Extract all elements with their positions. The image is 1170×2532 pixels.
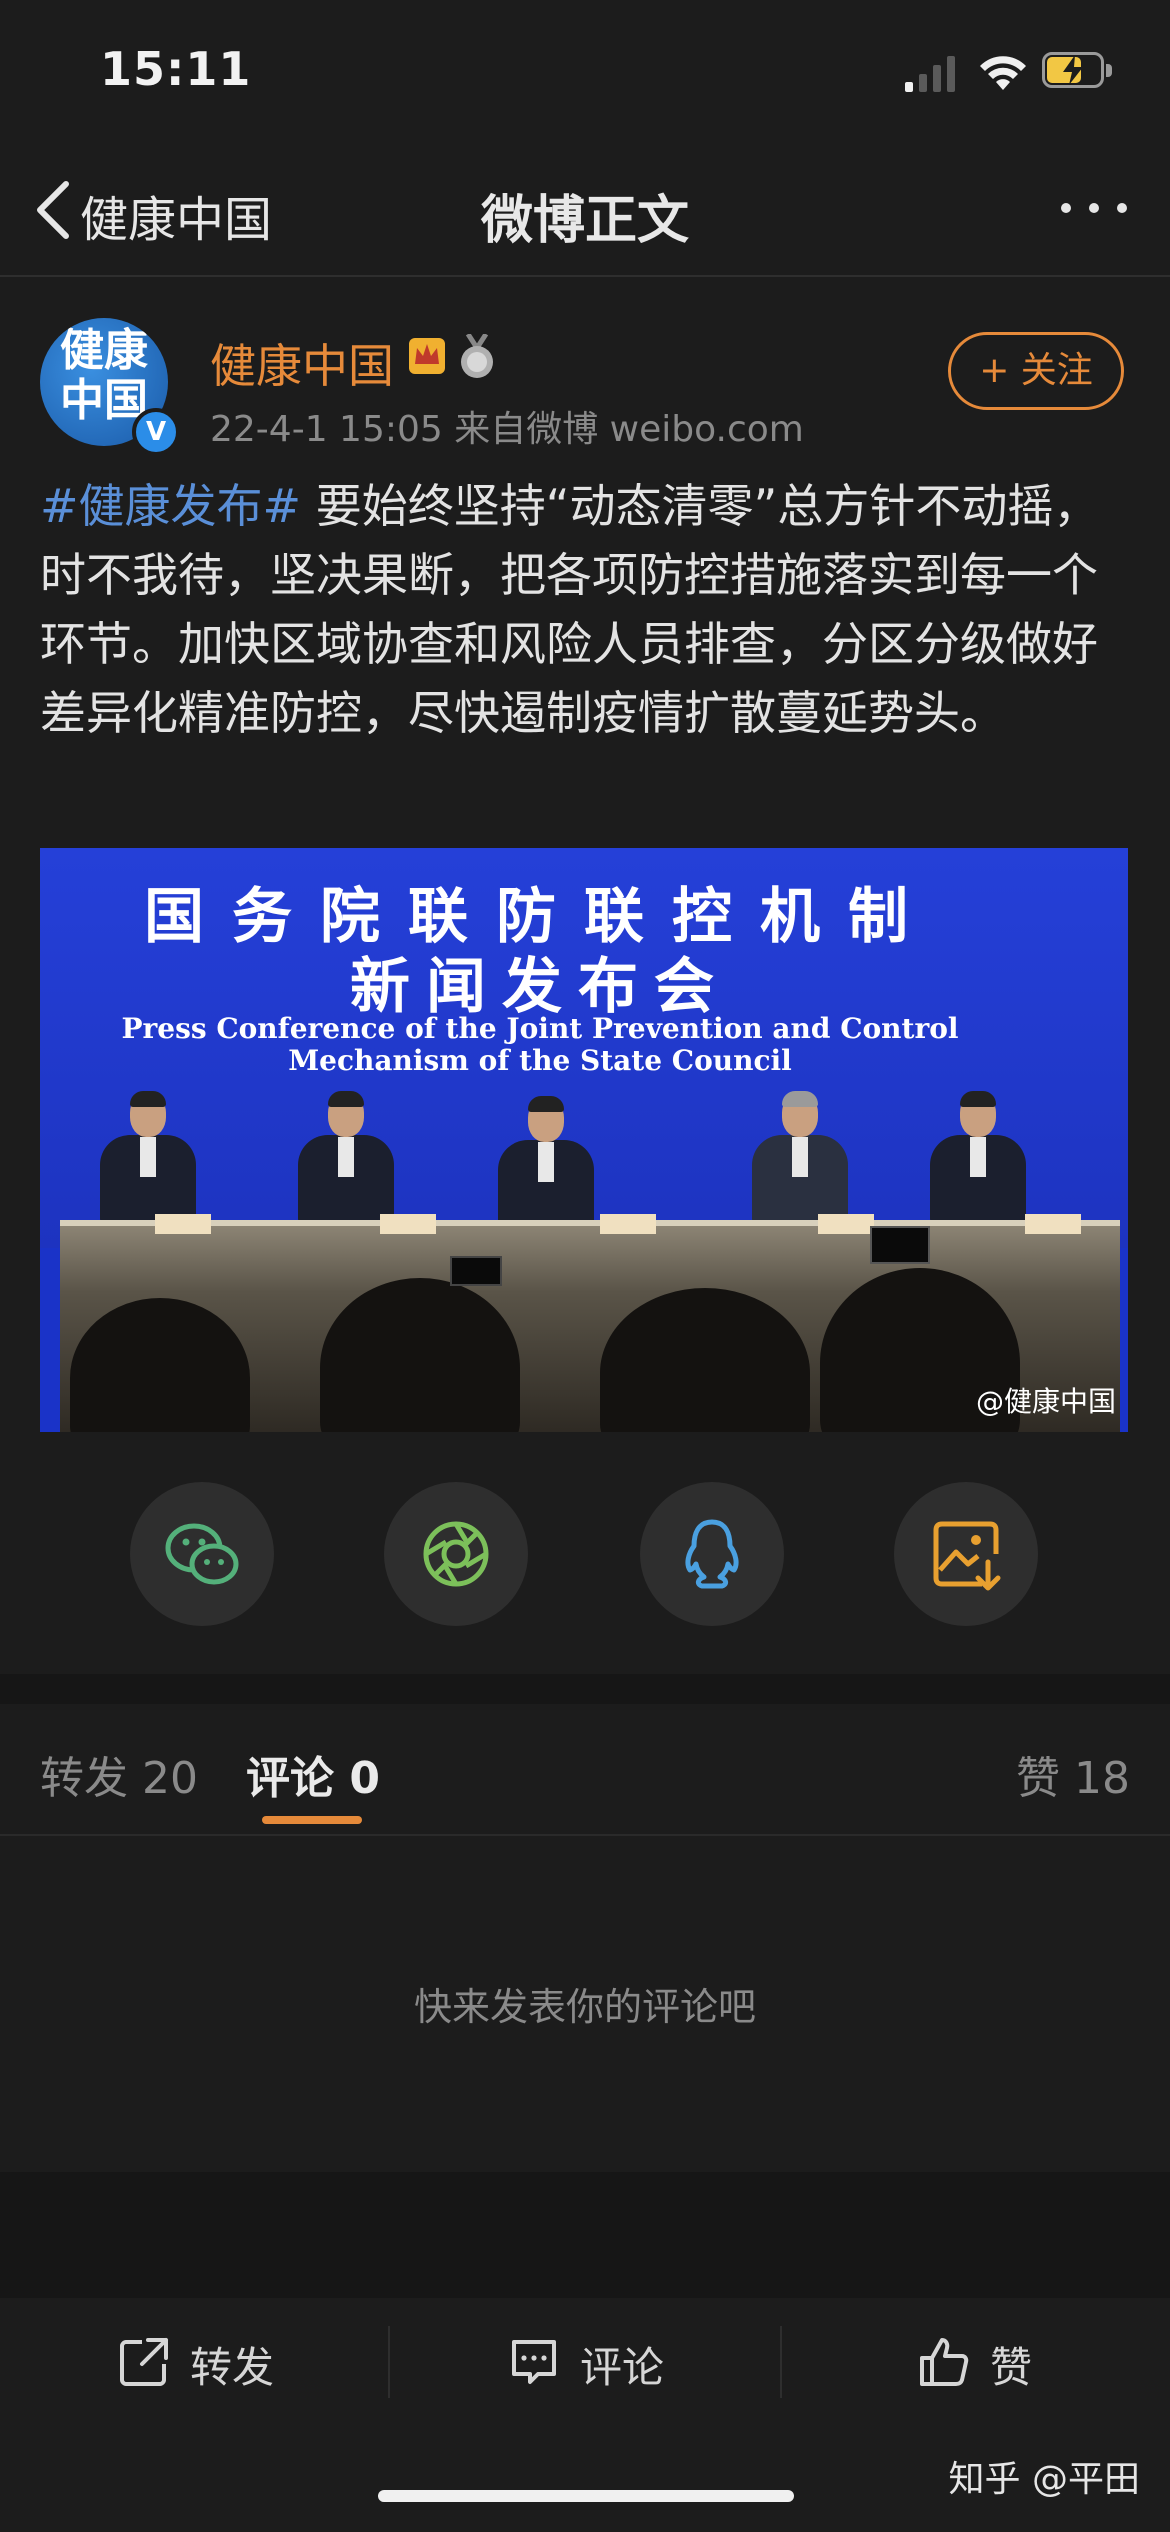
- moments-icon: [423, 1521, 489, 1587]
- share-wechat-button[interactable]: [130, 1482, 274, 1626]
- save-image-button[interactable]: [894, 1482, 1038, 1626]
- empty-comments-prompt[interactable]: 快来发表你的评论吧: [0, 1976, 1170, 2031]
- share-out-icon: [120, 2338, 168, 2386]
- hashtag-link[interactable]: #健康发布#: [40, 479, 301, 533]
- comment-label: 评论: [580, 2343, 665, 2392]
- image-title-en-1: Press Conference of the Joint Prevention…: [121, 1012, 959, 1045]
- zhihu-watermark: 知乎 @平田: [948, 2459, 1140, 2500]
- active-tab-indicator: [262, 1816, 362, 1824]
- share-moments-button[interactable]: [384, 1482, 528, 1626]
- wechat-icon: [165, 1523, 239, 1585]
- speaker: [298, 1091, 394, 1223]
- page-title: 微博正文: [480, 191, 689, 251]
- tab-reposts[interactable]: 转发 20: [40, 1742, 198, 1806]
- qq-icon: [685, 1519, 739, 1589]
- nameplate: [155, 1214, 211, 1234]
- verified-badge-icon: V: [132, 408, 180, 456]
- speaker: [930, 1091, 1026, 1223]
- more-options-icon[interactable]: [1058, 200, 1130, 216]
- author-name[interactable]: 健康中国: [210, 330, 394, 396]
- like-label: 赞: [990, 2343, 1033, 2392]
- post-image[interactable]: 国务院联防联控机制 新闻发布会 Press Conference of the …: [40, 848, 1128, 1432]
- toolbar-separator: [780, 2326, 782, 2398]
- nameplate: [1025, 1214, 1081, 1234]
- medal-icon: [461, 334, 493, 378]
- speaker: [100, 1091, 196, 1223]
- thumbs-up-icon: [920, 2338, 969, 2386]
- crown-icon: [409, 338, 445, 374]
- tab-likes[interactable]: 赞 18: [1016, 1742, 1130, 1806]
- tab-comments[interactable]: 评论 0: [246, 1742, 380, 1806]
- audience-phone: [870, 1226, 930, 1264]
- nameplate: [600, 1214, 656, 1234]
- post-body: #健康发布# 要始终坚持“动态清零”总方针不动摇，时不我待，坚决果断，把各项防控…: [40, 472, 1130, 748]
- speaker: [752, 1091, 848, 1223]
- section-divider: [0, 1674, 1170, 1704]
- repost-label: 转发: [190, 2343, 275, 2392]
- status-time: 15:11: [100, 42, 252, 96]
- audience-phone: [450, 1256, 502, 1286]
- toolbar-separator: [388, 2326, 390, 2398]
- post-meta: 22-4-1 15:05 来自微博 weibo.com: [210, 409, 804, 450]
- battery-icon: [1042, 52, 1114, 90]
- image-watermark: @健康中国: [975, 1385, 1116, 1418]
- cellular-signal-icon: [905, 56, 955, 92]
- nameplate: [380, 1214, 436, 1234]
- wifi-icon: [980, 56, 1026, 90]
- home-indicator[interactable]: [378, 2490, 794, 2502]
- image-title-en-2: Mechanism of the State Council: [288, 1044, 792, 1077]
- speaker: [498, 1096, 594, 1228]
- avatar-text: 健康中国: [60, 325, 148, 426]
- follow-button[interactable]: + 关注: [948, 332, 1124, 410]
- share-qq-button[interactable]: [640, 1482, 784, 1626]
- section-divider: [0, 2172, 1170, 2298]
- divider: [0, 1834, 1170, 1836]
- save-image-icon: [933, 1521, 1001, 1591]
- comment-icon: [512, 2340, 556, 2384]
- nameplate: [818, 1214, 874, 1234]
